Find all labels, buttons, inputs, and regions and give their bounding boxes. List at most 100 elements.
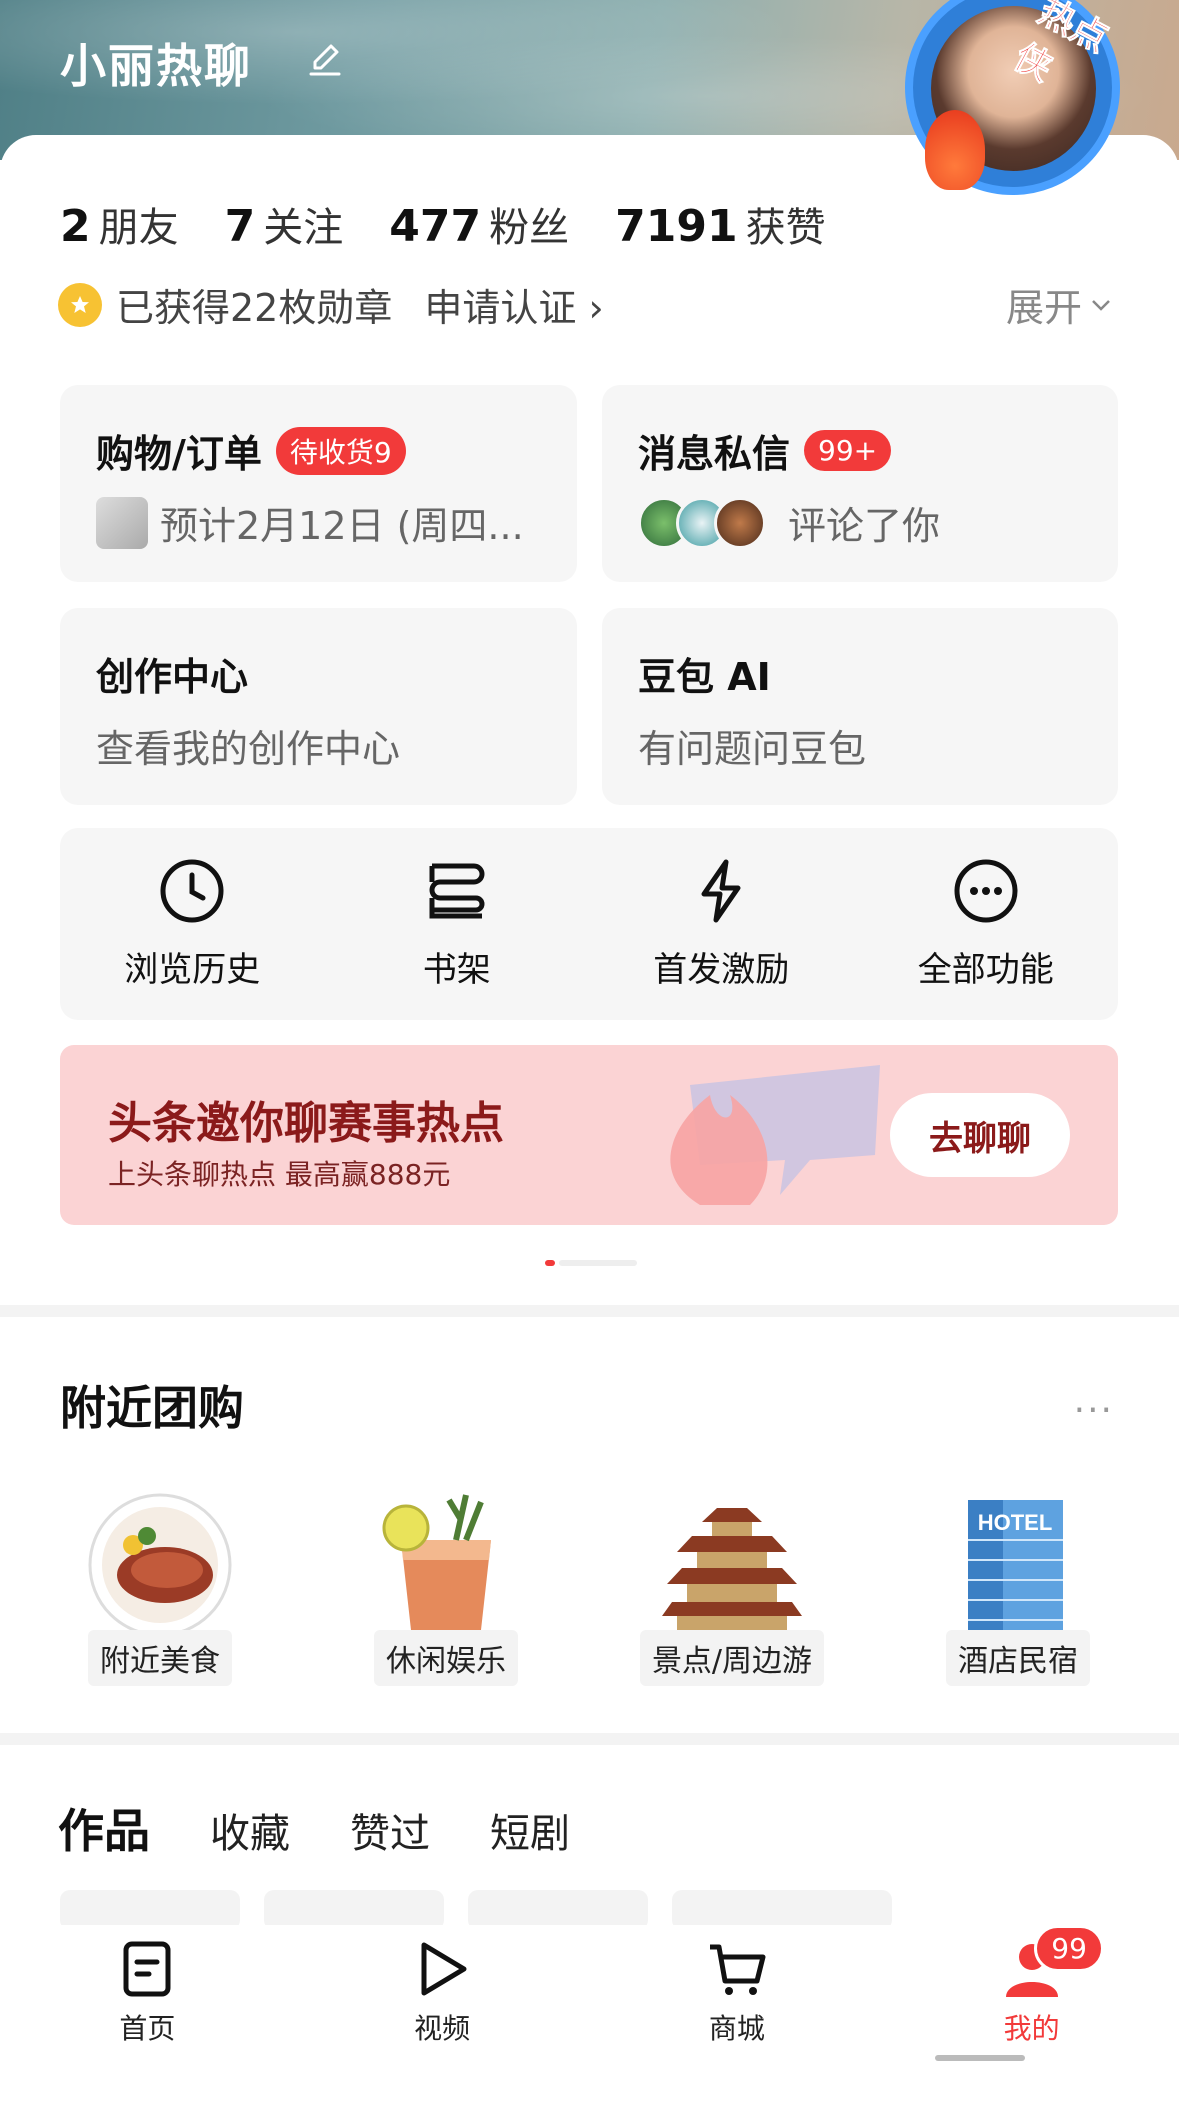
- messages-card[interactable]: 消息私信 99+ 评论了你: [602, 385, 1118, 582]
- carousel-dot-active: [545, 1260, 555, 1266]
- carousel-track: [559, 1260, 637, 1266]
- banner-subtitle: 上头条聊热点 最高赢888元: [108, 1158, 451, 1191]
- messages-title: 消息私信: [638, 432, 791, 476]
- cocktail-icon: [382, 1494, 491, 1630]
- carousel-indicator: [545, 1260, 637, 1266]
- nav-video[interactable]: 视频: [295, 1925, 590, 2101]
- home-doc-icon: [123, 1941, 171, 1997]
- tool-label: 全部功能: [917, 949, 1054, 990]
- content-filter-chips: [60, 1890, 892, 1930]
- groupbuy-label: 休闲娱乐: [374, 1630, 518, 1686]
- card-subtitle: 有问题问豆包: [638, 727, 867, 771]
- tool-label: 书架: [422, 949, 491, 990]
- hotel-sign-text: HOTEL: [978, 1510, 1053, 1535]
- nav-home[interactable]: 首页: [0, 1925, 295, 2101]
- groupbuy-item-leisure[interactable]: 休闲娱乐: [346, 1490, 546, 1686]
- expand-button[interactable]: 展开: [1006, 277, 1114, 332]
- tool-all-features[interactable]: 全部功能: [854, 828, 1119, 1020]
- home-indicator: [935, 2055, 1025, 2061]
- apply-verification-link[interactable]: 申请认证 ›: [424, 277, 603, 332]
- card-title: 创作中心: [96, 655, 249, 699]
- stat-followers[interactable]: 477 粉丝: [389, 195, 569, 253]
- card-title: 消息私信 99+: [638, 423, 892, 478]
- groupbuy-item-hotel[interactable]: HOTEL 酒店民宿: [918, 1490, 1118, 1686]
- creator-center-card[interactable]: 创作中心 查看我的创作中心: [60, 608, 577, 805]
- filter-chip[interactable]: [264, 1890, 444, 1930]
- shopping-title: 购物/订单: [96, 432, 262, 476]
- product-thumbnail: [96, 496, 148, 549]
- tool-label: 首发激励: [653, 949, 790, 990]
- stat-number: 7191: [615, 201, 738, 252]
- steak-plate-icon: [88, 1493, 232, 1637]
- stat-label: 关注: [263, 205, 344, 251]
- section-divider: [0, 1733, 1179, 1745]
- profile-username[interactable]: 小丽热聊: [60, 30, 252, 96]
- stat-label: 获赞: [745, 205, 826, 251]
- flame-icon: [925, 110, 985, 190]
- nearby-groupbuy-title: 附近团购: [60, 1381, 244, 1435]
- chevron-down-icon: [1092, 299, 1110, 311]
- pending-delivery-badge: 待收货9: [275, 426, 406, 475]
- medal-row: 已获得22枚勋章 申请认证 ›: [58, 277, 604, 332]
- nav-label: 首页: [119, 2012, 176, 2045]
- tab-liked[interactable]: 赞过: [350, 1801, 430, 1859]
- stat-label: 朋友: [98, 205, 179, 251]
- groupbuy-item-scenic[interactable]: 景点/周边游: [632, 1490, 832, 1686]
- hotel-building-icon: HOTEL: [968, 1500, 1063, 1640]
- nav-label: 商城: [708, 2012, 765, 2045]
- tool-label: 浏览历史: [124, 949, 261, 990]
- expand-label: 展开: [1005, 286, 1082, 330]
- pagoda-icon: [662, 1508, 802, 1636]
- card-subtitle: 查看我的创作中心: [96, 727, 401, 771]
- card-title: 购物/订单 待收货9: [96, 423, 406, 478]
- play-icon: [421, 1942, 467, 1996]
- nav-label: 视频: [414, 2012, 471, 2045]
- go-chat-button[interactable]: 去聊聊: [890, 1093, 1070, 1177]
- medals-count-link[interactable]: 已获得22枚勋章: [116, 277, 392, 332]
- chevron-right-icon: ›: [576, 286, 604, 330]
- avatar[interactable]: 热点侠: [905, 0, 1125, 200]
- avatar: [714, 496, 766, 549]
- bottom-navigation: 首页 视频 商城 我的 99: [0, 1925, 1179, 2101]
- stat-likes[interactable]: 7191 获赞: [615, 195, 825, 253]
- banner-title: 头条邀你聊赛事热点: [108, 1098, 504, 1149]
- nav-me[interactable]: 我的 99: [884, 1925, 1179, 2101]
- stat-number: 7: [224, 201, 256, 252]
- tab-works[interactable]: 作品: [58, 1795, 150, 1861]
- profile-stats: 2 朋友 7 关注 477 粉丝 7191 获赞: [60, 195, 826, 253]
- nav-label: 我的: [1003, 2012, 1060, 2045]
- groupbuy-label: 附近美食: [88, 1630, 232, 1686]
- tab-favorites[interactable]: 收藏: [210, 1801, 290, 1859]
- messages-badge: 99+: [804, 430, 892, 471]
- notification-badge: 99: [1034, 1925, 1104, 1972]
- promo-banner[interactable]: 头条邀你聊赛事热点 上头条聊热点 最高赢888元 去聊聊: [60, 1045, 1118, 1225]
- tools-row: 浏览历史 书架 首发激励 全部功能: [60, 828, 1118, 1020]
- bookshelf-icon: [429, 863, 485, 918]
- groupbuy-categories: 附近美食 休闲娱乐 景点/周边游 HOTEL 酒店民宿: [60, 1490, 1118, 1686]
- content-tabs: 作品 收藏 赞过 短剧: [58, 1795, 570, 1861]
- filter-chip[interactable]: [672, 1890, 892, 1930]
- tool-first-release-incentive[interactable]: 首发激励: [589, 828, 854, 1020]
- stat-following[interactable]: 7 关注: [225, 195, 344, 253]
- doubao-ai-card[interactable]: 豆包 AI 有问题问豆包: [602, 608, 1118, 805]
- nav-mall[interactable]: 商城: [590, 1925, 885, 2101]
- stat-friends[interactable]: 2 朋友: [60, 195, 179, 253]
- filter-chip[interactable]: [468, 1890, 648, 1930]
- tab-short-dramas[interactable]: 短剧: [490, 1801, 570, 1859]
- filter-chip[interactable]: [60, 1890, 240, 1930]
- more-icon[interactable]: ···: [1074, 1390, 1114, 1431]
- groupbuy-item-food[interactable]: 附近美食: [60, 1490, 260, 1686]
- card-subtitle: 评论了你: [638, 495, 940, 550]
- clock-icon: [160, 859, 224, 922]
- shopping-orders-card[interactable]: 购物/订单 待收货9 预计2月12日 (周四...: [60, 385, 577, 582]
- edit-pencil-icon[interactable]: [305, 40, 345, 80]
- tool-browse-history[interactable]: 浏览历史: [60, 828, 325, 1020]
- commenter-avatars: [638, 496, 776, 549]
- groupbuy-label: 酒店民宿: [946, 1630, 1090, 1686]
- tool-bookshelf[interactable]: 书架: [325, 828, 590, 1020]
- stat-number: 477: [389, 201, 482, 252]
- card-title: 豆包 AI: [638, 655, 771, 699]
- more-circle-icon: [954, 859, 1018, 922]
- section-divider: [0, 1305, 1179, 1317]
- lightning-icon: [701, 859, 741, 922]
